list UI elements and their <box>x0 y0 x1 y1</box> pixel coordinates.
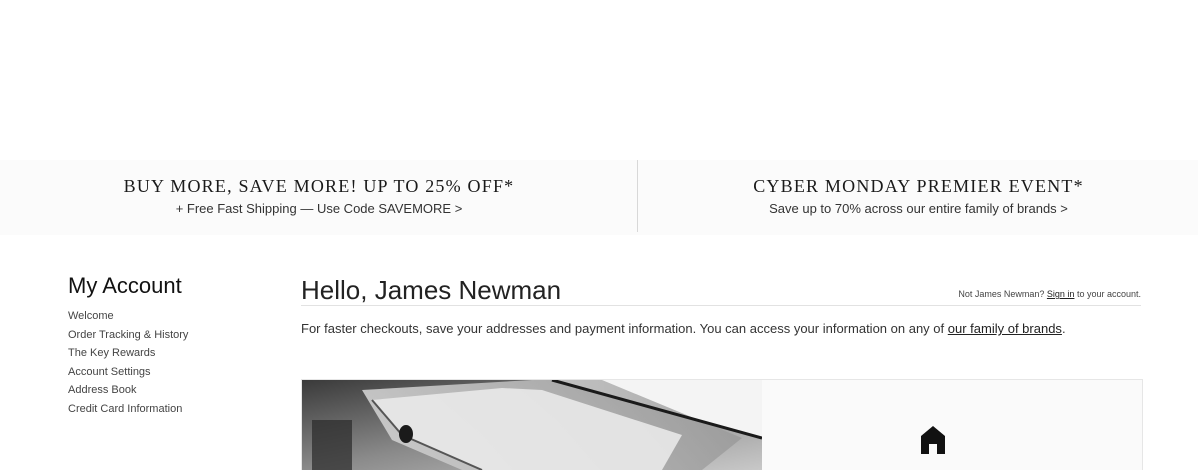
promo-title[interactable]: CYBER MONDAY PREMIER EVENT* <box>639 176 1198 197</box>
not-user-suffix: to your account. <box>1076 289 1141 299</box>
sidebar-item-credit-card[interactable]: Credit Card Information <box>68 402 278 416</box>
account-sidebar: My Account Welcome Order Tracking & Hist… <box>68 273 278 421</box>
not-user-prefix: Not James Newman? <box>958 289 1045 299</box>
promo-subtitle-link[interactable]: + Free Fast Shipping — Use Code SAVEMORE… <box>0 201 638 216</box>
promo-subtitle-link[interactable]: Save up to 70% across our entire family … <box>639 201 1198 216</box>
promo-divider <box>637 160 638 232</box>
sidebar-item-key-rewards[interactable]: The Key Rewards <box>68 346 278 360</box>
intro-end: . <box>1061 321 1066 336</box>
sign-in-link[interactable]: Sign in <box>1047 289 1075 299</box>
sidebar-item-order-tracking[interactable]: Order Tracking & History <box>68 328 278 342</box>
family-of-brands-link[interactable]: our family of brands <box>948 321 1062 336</box>
intro-body: For faster checkouts, save your addresse… <box>301 321 945 336</box>
intro-text: For faster checkouts, save your addresse… <box>301 318 1121 339</box>
page-title: Hello, James Newman <box>301 275 562 305</box>
sidebar-title: My Account <box>68 273 182 298</box>
hero-photo <box>302 380 762 470</box>
sidebar-item-account-settings[interactable]: Account Settings <box>68 365 278 379</box>
sidebar-item-address-book[interactable]: Address Book <box>68 383 278 397</box>
promo-buy-more[interactable]: BUY MORE, SAVE MORE! UP TO 25% OFF* + Fr… <box>0 176 638 216</box>
home-icon <box>921 426 945 454</box>
greeting-row: Hello, James Newman Not James Newman? Si… <box>301 275 1141 306</box>
hero-banner <box>301 379 1143 470</box>
promo-bar: BUY MORE, SAVE MORE! UP TO 25% OFF* + Fr… <box>0 160 1198 235</box>
account-main: Hello, James Newman Not James Newman? Si… <box>301 275 1141 339</box>
promo-cyber-monday[interactable]: CYBER MONDAY PREMIER EVENT* Save up to 7… <box>639 176 1198 216</box>
not-user-notice: Not James Newman? Sign in to your accoun… <box>958 289 1141 299</box>
sidebar-item-welcome[interactable]: Welcome <box>68 309 278 323</box>
promo-title[interactable]: BUY MORE, SAVE MORE! UP TO 25% OFF* <box>0 176 638 197</box>
